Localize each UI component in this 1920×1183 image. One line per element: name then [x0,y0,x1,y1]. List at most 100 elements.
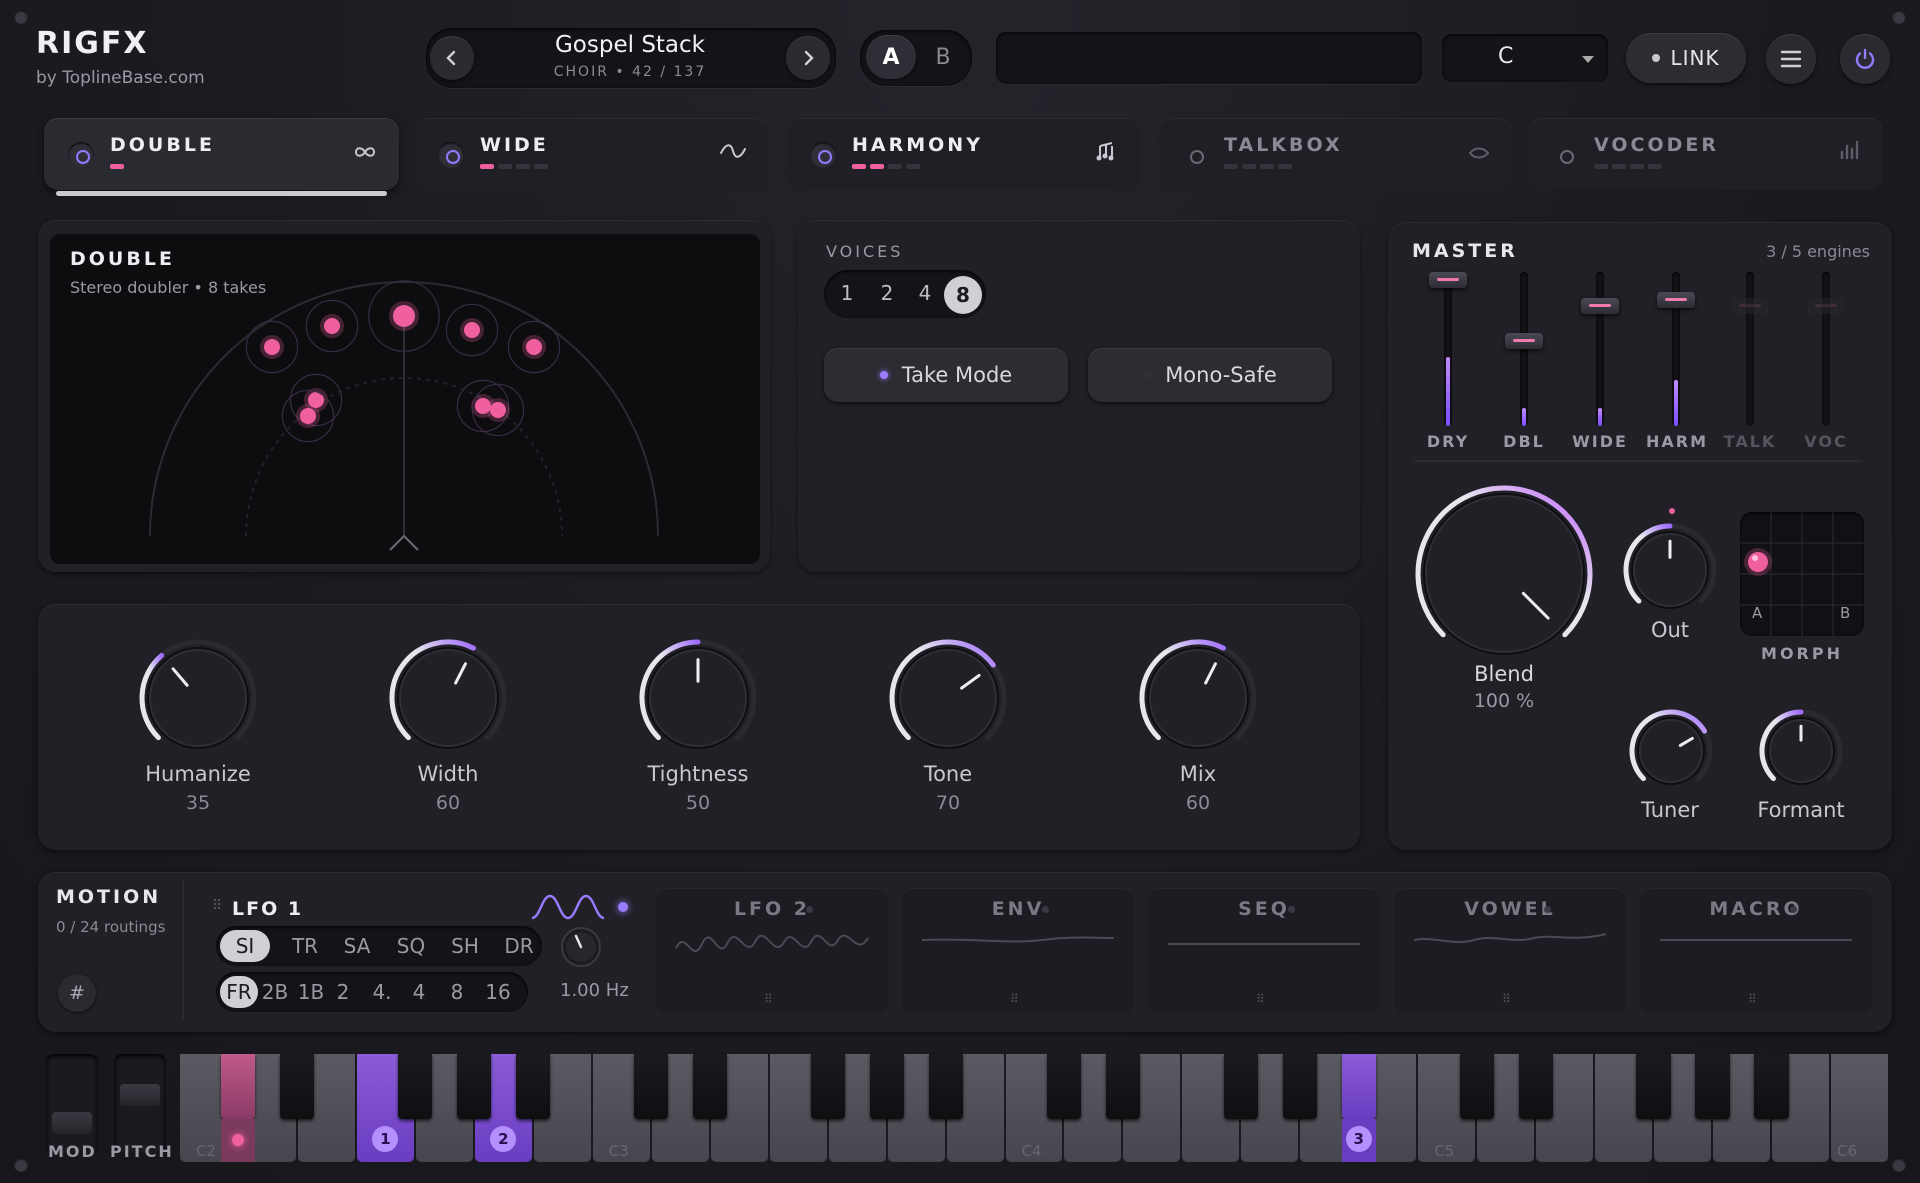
mod-wheel[interactable] [46,1054,98,1154]
mod-slot-macro[interactable]: MACRO ⠿ [1640,888,1872,1014]
menu-button[interactable] [1766,34,1816,84]
power-icon[interactable] [438,142,464,168]
mono-safe-led [1143,371,1152,379]
lfo-division-2b[interactable]: 2B [258,980,292,1004]
tab-vocoder[interactable]: VOCODER [1528,118,1883,190]
fader-harm[interactable] [1657,291,1695,308]
lfo-division-8[interactable]: 8 [442,980,472,1004]
piano-key-black[interactable] [457,1054,492,1119]
lfo-shape-tr[interactable]: TR [282,934,328,958]
piano-key-black[interactable] [221,1054,256,1119]
lfo-shape-sa[interactable]: SA [334,934,380,958]
piano-key-black[interactable] [1636,1054,1671,1119]
piano-key-black[interactable] [1282,1054,1317,1119]
power-icon[interactable] [810,142,836,168]
voice-marker: 3 [1345,1126,1372,1152]
pitch-wheel[interactable] [114,1054,166,1154]
fader-voc[interactable] [1807,297,1845,314]
key-select[interactable]: C [1442,34,1608,82]
prev-preset-button[interactable] [430,36,474,80]
drag-handle-icon[interactable]: ⠿ [212,898,222,914]
voices-option-4[interactable]: 4 [912,281,938,305]
snapshot-b-button[interactable]: B [918,35,968,79]
mod-slot-seq[interactable]: SEQ ⠿ [1148,888,1380,1014]
piano-key-black[interactable] [869,1054,905,1119]
routing-matrix-button[interactable]: # [58,974,96,1012]
piano-key-black[interactable] [810,1054,846,1119]
knob-label: Width [417,762,479,786]
lfo-rate-knob[interactable] [558,924,604,974]
power-icon[interactable] [68,142,94,168]
power-icon[interactable] [1182,142,1208,168]
lfo-shape-si[interactable]: SI [220,930,270,962]
lfo-division-16[interactable]: 16 [478,980,518,1004]
mod-slot-vowel[interactable]: VOWEL ⠿ [1394,888,1626,1014]
drag-handle-icon[interactable]: ⠿ [764,992,774,1006]
drag-handle-icon[interactable]: ⠿ [1502,992,1512,1006]
lfo-division-4dot[interactable]: 4. [366,980,398,1004]
lfo-division-1b[interactable]: 1B [294,980,328,1004]
take-mode-button[interactable]: Take Mode [824,348,1068,402]
blend-knob[interactable] [1414,484,1594,664]
mod-slot-lfo2[interactable]: LFO 2 ⠿ [656,888,888,1014]
piano-key-black[interactable] [398,1054,433,1119]
drag-handle-icon[interactable]: ⠿ [1256,992,1266,1006]
drag-handle-icon[interactable]: ⠿ [1010,992,1020,1006]
tab-harmony[interactable]: HARMONY [786,118,1141,190]
voices-option-2[interactable]: 2 [874,281,900,305]
piano-key-black[interactable] [1459,1054,1494,1119]
piano-key-black[interactable] [1695,1054,1730,1119]
snapshot-a-button[interactable]: A [866,35,916,79]
tab-double[interactable]: DOUBLE [44,118,399,196]
knob-tone[interactable] [888,638,1008,758]
lfo-division-4[interactable]: 4 [404,980,434,1004]
piano-key-black[interactable] [693,1054,728,1119]
piano-key-black[interactable] [1754,1054,1789,1119]
knob-width[interactable] [388,638,508,758]
bars-icon [1839,140,1861,166]
preset-name[interactable]: Gospel Stack [480,32,780,58]
lfo-shape-selector: SI TR SA SQ SH DR [216,926,542,966]
tuner-knob[interactable] [1628,708,1714,794]
screw-icon [1892,1158,1906,1172]
formant-knob[interactable] [1758,708,1844,794]
knob-value: 60 [435,792,461,814]
power-icon[interactable] [1552,142,1578,168]
piano-key-black[interactable] [1518,1054,1553,1119]
piano-key-black[interactable] [634,1054,669,1119]
tab-wide[interactable]: WIDE [414,118,769,190]
piano-key-black[interactable] [928,1054,964,1119]
next-preset-button[interactable] [786,36,830,80]
piano-key-black[interactable] [1105,1054,1140,1119]
tab-talkbox[interactable]: TALKBOX [1158,118,1513,190]
lfo-division-2[interactable]: 2 [328,980,358,1004]
fader-dbl[interactable] [1505,333,1543,350]
knob-humanize[interactable] [138,638,258,758]
mod-slot-env[interactable]: ENV ⠿ [902,888,1134,1014]
mono-safe-button[interactable]: Mono-Safe [1088,348,1332,402]
fader-dry[interactable] [1429,271,1467,288]
tab-label: WIDE [480,134,549,156]
piano-key-black[interactable] [280,1054,315,1119]
morph-label: MORPH [1761,644,1843,663]
knob-mix[interactable] [1138,638,1258,758]
lfo-shape-sq[interactable]: SQ [388,934,434,958]
link-button[interactable]: LINK [1626,33,1746,83]
piano-key-black[interactable] [1341,1054,1376,1119]
out-knob[interactable] [1622,522,1718,618]
knob-tightness[interactable] [638,638,758,758]
piano-key-black[interactable] [1046,1054,1081,1119]
brand-logo: RIGFX [36,26,149,61]
fader-talk[interactable] [1731,297,1769,314]
brand-byline: by ToplineBase.com [36,68,205,88]
power-button[interactable] [1840,34,1890,84]
piano-key-black[interactable] [516,1054,551,1119]
drag-handle-icon[interactable]: ⠿ [1748,992,1758,1006]
lfo-shape-sh[interactable]: SH [442,934,488,958]
lfo-division-fr[interactable]: FR [220,976,258,1008]
voices-option-8[interactable]: 8 [944,276,982,314]
piano-key-black[interactable] [1223,1054,1258,1119]
lfo-shape-dr[interactable]: DR [496,934,542,958]
voices-option-1[interactable]: 1 [834,281,860,305]
fader-wide[interactable] [1581,297,1619,314]
